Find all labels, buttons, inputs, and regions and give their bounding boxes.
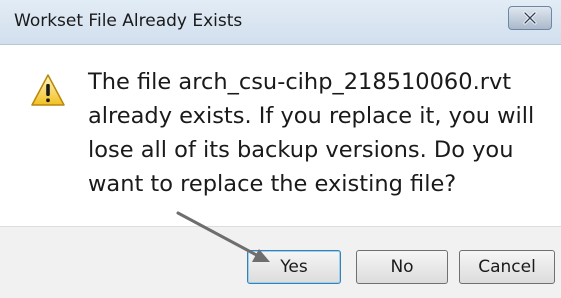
cancel-button[interactable]: Cancel [459, 250, 555, 284]
message-text: The file arch_csu-cihp_218510060.rvt alr… [88, 69, 535, 197]
yes-button[interactable]: Yes [247, 250, 341, 284]
no-button[interactable]: No [356, 250, 448, 284]
window-title: Workset File Already Exists [14, 11, 243, 31]
warning-icon [31, 74, 65, 106]
message-area: The file arch_csu-cihp_218510060.rvt alr… [0, 45, 561, 225]
dialog-window: Workset File Already Exists The file arc… [0, 0, 561, 298]
title-bar: Workset File Already Exists [0, 0, 561, 45]
close-button[interactable] [508, 6, 552, 30]
close-icon [523, 11, 537, 25]
